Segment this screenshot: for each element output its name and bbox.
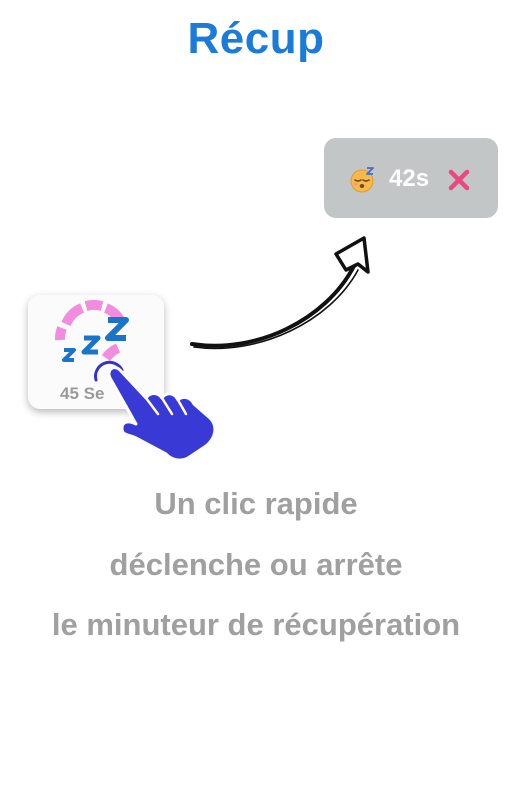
caption-line-2: déclenche ou arrête — [109, 547, 403, 582]
sleeping-face-icon — [350, 167, 374, 193]
caption-line-3: le minuteur de récupération — [51, 607, 461, 642]
close-x-icon[interactable] — [447, 168, 471, 192]
tap-hand-icon — [94, 360, 217, 462]
curved-arrow-icon — [190, 236, 370, 350]
caption-line-1: Un clic rapide — [154, 486, 358, 521]
page-title: Récup — [187, 14, 325, 63]
timer-remaining-time: 42s — [389, 165, 430, 192]
